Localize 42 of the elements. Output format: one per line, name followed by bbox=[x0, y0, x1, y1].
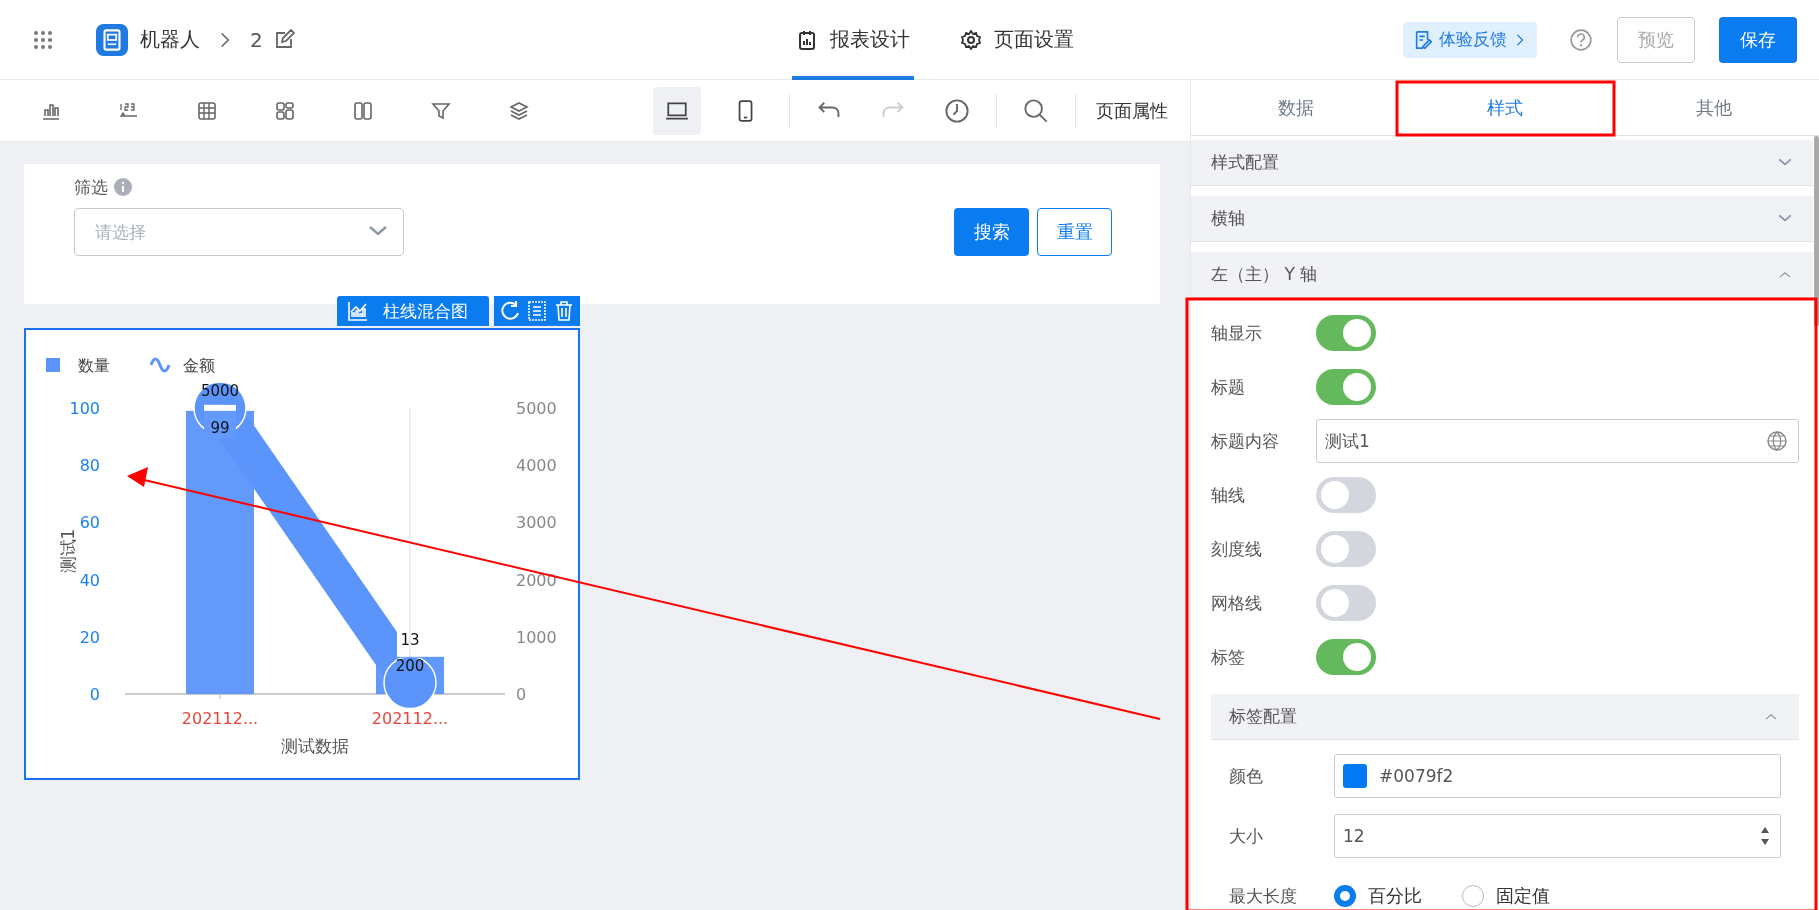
field-label: 轴线 bbox=[1211, 483, 1246, 507]
field-label: 大小 bbox=[1229, 824, 1264, 848]
field-label: 标签 bbox=[1211, 645, 1246, 669]
y-axis-label: 1000 bbox=[516, 627, 557, 647]
y-axis-label: 20 bbox=[79, 627, 100, 647]
x-axis-label: 202112... bbox=[181, 709, 259, 728]
y-axis-label: 2000 bbox=[516, 570, 557, 590]
y-axis-label: 5000 bbox=[516, 399, 557, 418]
field-label: 标题内容 bbox=[1211, 429, 1280, 453]
field-label: 颜色 bbox=[1229, 764, 1264, 788]
page-name: 2 bbox=[250, 27, 263, 52]
data-label: 200 bbox=[395, 656, 425, 675]
section-title: 左（主） Y 轴 bbox=[1211, 263, 1318, 286]
radio-label: 固定值 bbox=[1496, 884, 1550, 908]
y-axis-label: 0 bbox=[516, 685, 527, 704]
radio-label: 百分比 bbox=[1368, 884, 1422, 908]
app-name: 机器人 bbox=[140, 26, 200, 53]
y-axis-label: 3000 bbox=[516, 513, 557, 533]
filter-label: 筛选 bbox=[74, 175, 108, 199]
field-label: 轴显示 bbox=[1211, 321, 1263, 345]
data-label: 5000 bbox=[200, 382, 240, 400]
x-axis-title: 测试数据 bbox=[281, 736, 349, 756]
data-label: 99 bbox=[210, 418, 230, 437]
section-title: 横轴 bbox=[1211, 207, 1245, 230]
y-axis-label: 40 bbox=[79, 570, 100, 590]
y-axis-label: 0 bbox=[89, 685, 100, 704]
y-axis-title: 测试1 bbox=[58, 528, 78, 574]
section-title: 标签配置 bbox=[1229, 705, 1297, 728]
field-label: 刻度线 bbox=[1211, 537, 1263, 561]
field-label: 标题 bbox=[1211, 375, 1246, 399]
legend-label: 金额 bbox=[183, 356, 215, 375]
y-axis-label: 80 bbox=[79, 456, 100, 476]
section-title: 样式配置 bbox=[1211, 151, 1279, 174]
y-axis-label: 60 bbox=[79, 513, 100, 533]
y-axis-label: 4000 bbox=[516, 456, 557, 476]
x-axis-label: 202112... bbox=[371, 709, 449, 728]
field-label: 最大长度 bbox=[1229, 884, 1298, 908]
field-label: 网格线 bbox=[1211, 591, 1263, 615]
data-label: 13 bbox=[400, 630, 420, 649]
legend-label: 数量 bbox=[78, 356, 110, 375]
chart-type-tag: 柱线混合图 bbox=[337, 296, 489, 326]
y-axis-label: 100 bbox=[69, 399, 100, 418]
